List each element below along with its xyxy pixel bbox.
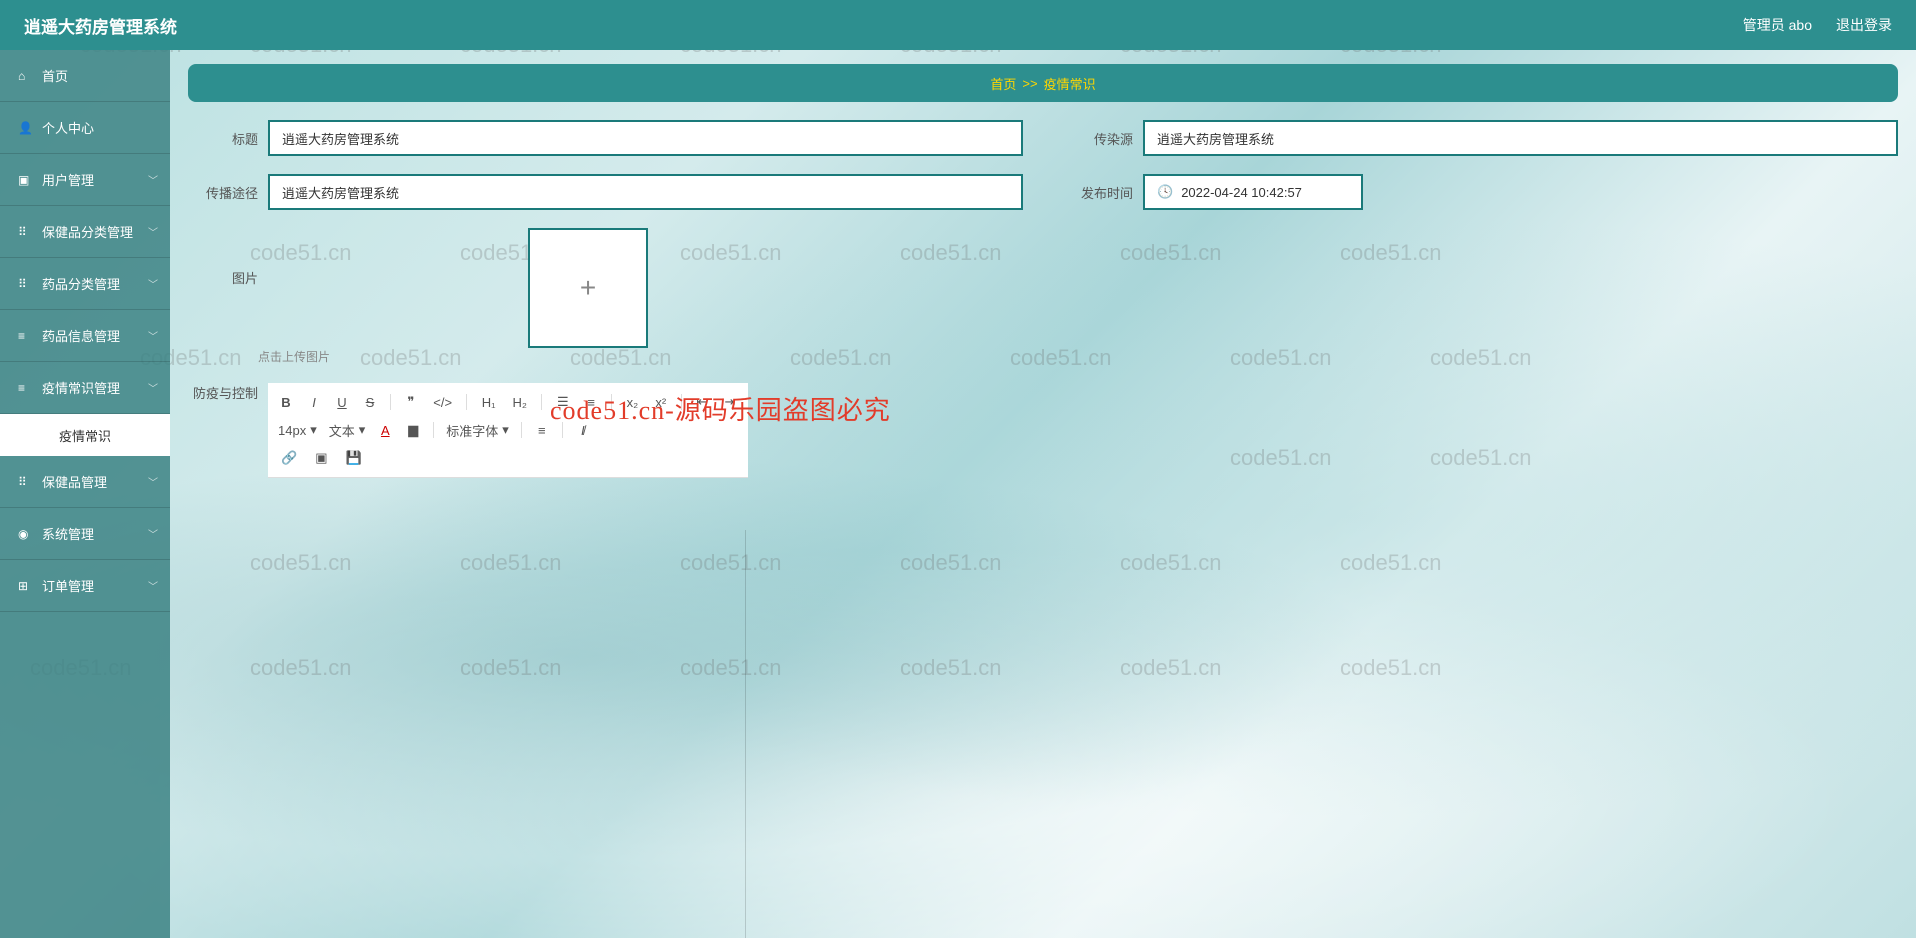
grid-icon: ⠿ xyxy=(18,225,32,239)
chevron-down-icon: ﹀ xyxy=(148,224,158,239)
code-button[interactable]: </> xyxy=(431,393,454,412)
admin-label[interactable]: 管理员 abo xyxy=(1743,15,1812,35)
users-icon: ▣ xyxy=(18,173,32,187)
chevron-down-icon: ﹀ xyxy=(148,276,158,291)
chevron-down-icon: ﹀ xyxy=(148,578,158,593)
home-icon: ⌂ xyxy=(18,69,32,83)
superscript-button[interactable]: x² xyxy=(653,393,669,412)
chevron-down-icon: ﹀ xyxy=(148,328,158,343)
bg-color-button[interactable]: ▆ xyxy=(405,420,421,440)
grid-icon: ⠿ xyxy=(18,475,32,489)
list-icon: ≡ xyxy=(18,381,32,395)
cart-icon: ⊞ xyxy=(18,579,32,593)
italic-button[interactable]: I xyxy=(306,393,322,412)
route-input[interactable]: 逍遥大药房管理系统 xyxy=(268,174,1023,210)
app-title: 逍遥大药房管理系统 xyxy=(24,13,177,38)
logout-link[interactable]: 退出登录 xyxy=(1836,15,1892,35)
sidebar-item-drug-category[interactable]: ⠿ 药品分类管理 ﹀ xyxy=(0,258,170,310)
sidebar-item-label: 保健品分类管理 xyxy=(42,222,133,241)
dropdown-icon: ▾ xyxy=(359,422,366,438)
sidebar-item-users[interactable]: ▣ 用户管理 ﹀ xyxy=(0,154,170,206)
font-color-button[interactable]: A xyxy=(377,421,393,440)
chevron-down-icon: ﹀ xyxy=(148,172,158,187)
breadcrumb-current: 疫情常识 xyxy=(1044,74,1096,93)
title-input[interactable]: 逍遥大药房管理系统 xyxy=(268,120,1023,156)
route-label: 传播途径 xyxy=(188,183,258,202)
list-icon: ≡ xyxy=(18,329,32,343)
sidebar-item-orders[interactable]: ⊞ 订单管理 ﹀ xyxy=(0,560,170,612)
sidebar: ⌂ 首页 👤 个人中心 ▣ 用户管理 ﹀ ⠿ 保健品分类管理 ﹀ ⠿ 药品分类管… xyxy=(0,50,170,938)
source-label: 传染源 xyxy=(1063,129,1133,148)
indent-button[interactable]: ⇥ xyxy=(722,392,738,412)
sidebar-item-label: 个人中心 xyxy=(42,118,94,137)
sidebar-item-profile[interactable]: 👤 个人中心 xyxy=(0,102,170,154)
sidebar-item-label: 用户管理 xyxy=(42,170,94,189)
sidebar-item-system[interactable]: ◉ 系统管理 ﹀ xyxy=(0,508,170,560)
ol-button[interactable]: ☰ xyxy=(554,392,571,412)
quote-button[interactable]: ❞ xyxy=(403,392,419,412)
text-type-select[interactable]: 文本▾ xyxy=(329,421,366,440)
strike-button[interactable]: S xyxy=(362,393,378,412)
sidebar-item-label: 保健品管理 xyxy=(42,472,107,491)
underline-button[interactable]: U xyxy=(334,393,350,412)
clear-format-button[interactable]: I̸ xyxy=(575,421,591,440)
control-label: 防疫与控制 xyxy=(188,383,258,778)
upload-hint: 点击上传图片 xyxy=(258,348,1898,365)
source-input[interactable]: 逍遥大药房管理系统 xyxy=(1143,120,1898,156)
main-content: 首页 >> 疫情常识 标题 逍遥大药房管理系统 传染源 逍遥大药房管理系统 传播… xyxy=(170,50,1916,938)
sidebar-item-drug-info[interactable]: ≡ 药品信息管理 ﹀ xyxy=(0,310,170,362)
dropdown-icon: ▾ xyxy=(310,422,317,438)
sidebar-item-label: 系统管理 xyxy=(42,524,94,543)
editor-content-area[interactable] xyxy=(268,478,1898,778)
sidebar-item-health-product[interactable]: ⠿ 保健品管理 ﹀ xyxy=(0,456,170,508)
publish-label: 发布时间 xyxy=(1063,183,1133,202)
align-button[interactable]: ≡ xyxy=(534,421,550,440)
sidebar-item-label: 订单管理 xyxy=(42,576,94,595)
user-icon: 👤 xyxy=(18,121,32,135)
h2-button[interactable]: H₂ xyxy=(510,393,529,412)
grid-icon: ⠿ xyxy=(18,277,32,291)
publish-datetime-input[interactable]: 2022-04-24 10:42:57 xyxy=(1143,174,1363,210)
sidebar-item-health-category[interactable]: ⠿ 保健品分类管理 ﹀ xyxy=(0,206,170,258)
outdent-button[interactable]: ⇤ xyxy=(694,392,710,412)
header: 逍遥大药房管理系统 管理员 abo 退出登录 xyxy=(0,0,1916,50)
editor-toolbar: B I U S ❞ </> H₁ H₂ ☰ ≡ x₂ xyxy=(268,383,748,478)
sidebar-item-epidemic[interactable]: ≡ 疫情常识管理 ﹀ xyxy=(0,362,170,414)
ul-button[interactable]: ≡ xyxy=(583,393,599,412)
link-button[interactable]: 🔗 xyxy=(278,448,300,468)
title-label: 标题 xyxy=(188,129,258,148)
globe-icon: ◉ xyxy=(18,527,32,541)
subscript-button[interactable]: x₂ xyxy=(624,393,641,412)
sidebar-item-label: 首页 xyxy=(42,66,68,85)
chevron-down-icon: ﹀ xyxy=(148,526,158,541)
chevron-down-icon: ﹀ xyxy=(148,380,158,395)
sidebar-item-home[interactable]: ⌂ 首页 xyxy=(0,50,170,102)
dropdown-icon: ▾ xyxy=(502,422,509,438)
breadcrumb: 首页 >> 疫情常识 xyxy=(188,64,1898,102)
sidebar-sub-epidemic-knowledge[interactable]: 疫情常识 xyxy=(0,414,170,456)
image-upload-box[interactable]: + xyxy=(528,228,648,348)
sidebar-item-label: 疫情常识管理 xyxy=(42,378,120,397)
plus-icon: + xyxy=(580,272,596,304)
image-button[interactable]: ▣ xyxy=(312,448,330,468)
sidebar-item-label: 药品分类管理 xyxy=(42,274,120,293)
breadcrumb-sep: >> xyxy=(1022,76,1037,91)
font-size-select[interactable]: 14px▾ xyxy=(278,422,317,438)
font-family-select[interactable]: 标准字体▾ xyxy=(446,421,509,440)
breadcrumb-home[interactable]: 首页 xyxy=(990,74,1016,93)
bold-button[interactable]: B xyxy=(278,393,294,412)
save-button[interactable]: 💾 xyxy=(342,448,364,468)
image-label: 图片 xyxy=(188,228,258,287)
sidebar-item-label: 药品信息管理 xyxy=(42,326,120,345)
chevron-down-icon: ﹀ xyxy=(148,474,158,489)
h1-button[interactable]: H₁ xyxy=(479,393,498,412)
